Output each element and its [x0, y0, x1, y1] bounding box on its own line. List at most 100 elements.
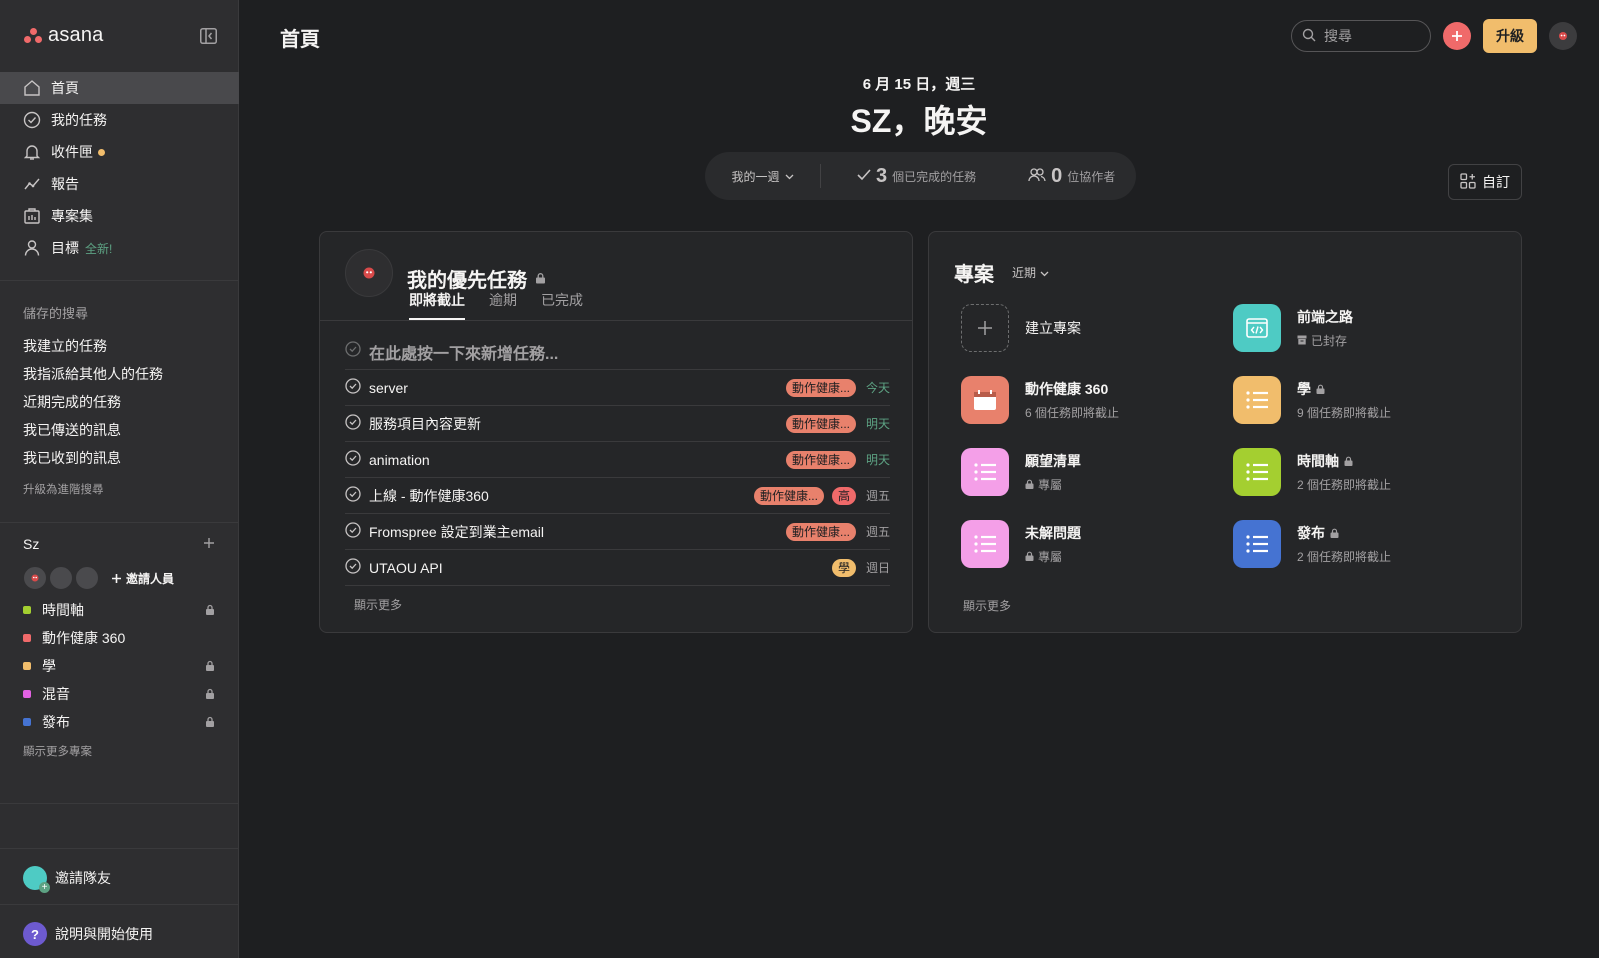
saved-searches-title[interactable]: 儲存的搜尋	[23, 303, 88, 322]
customize-button[interactable]: 自訂	[1448, 164, 1522, 200]
collapse-sidebar-icon[interactable]	[198, 26, 218, 46]
task-name[interactable]: 上線 - 動作健康360	[369, 486, 746, 506]
sidebar-divider	[0, 848, 239, 849]
project-tile[interactable]: 時間軸 2 個任務即將截止	[1233, 448, 1501, 496]
task-tag[interactable]: 動作健康...	[785, 450, 856, 469]
complete-task-icon[interactable]	[345, 522, 361, 541]
task-name[interactable]: 服務項目內容更新	[369, 414, 778, 434]
task-row[interactable]: Fromspree 設定到業主email 動作健康... 週五	[345, 514, 890, 550]
calendar-icon	[961, 376, 1009, 424]
user-avatar[interactable]	[1549, 22, 1577, 50]
invite-people-button[interactable]: 邀請人員	[111, 570, 174, 587]
people-icon	[1028, 167, 1046, 185]
project-tile[interactable]: 發布 2 個任務即將截止	[1233, 520, 1501, 568]
project-tile[interactable]: 動作健康 360 6 個任務即將截止	[961, 376, 1233, 424]
help-button[interactable]: ? 說明與開始使用	[23, 922, 153, 946]
avatar[interactable]	[75, 566, 99, 590]
task-row[interactable]: server 動作健康... 今天	[345, 370, 890, 406]
nav-portfolios[interactable]: 專案集	[0, 200, 239, 232]
saved-search-item[interactable]: 我已收到的訊息	[23, 444, 163, 472]
avatar[interactable]	[23, 566, 47, 590]
new-badge: 全新!	[85, 241, 113, 256]
task-tag[interactable]: 動作健康...	[785, 378, 856, 397]
completed-tasks-stat: 3 個已完成的任務	[857, 165, 976, 188]
sidebar-divider	[0, 522, 239, 523]
task-due-date[interactable]: 明天	[864, 451, 890, 468]
sort-dropdown[interactable]: 近期	[1012, 264, 1049, 281]
period-dropdown[interactable]: 我的一週	[705, 168, 820, 185]
projects-header: 專案 近期	[954, 258, 1049, 287]
sidebar-project[interactable]: 動作健康 360	[23, 624, 215, 652]
task-name[interactable]: server	[369, 380, 778, 396]
show-more-projects-link[interactable]: 顯示更多	[963, 597, 1011, 614]
sidebar-project[interactable]: 混音	[23, 680, 215, 708]
complete-task-icon[interactable]	[345, 450, 361, 469]
project-color-swatch	[23, 690, 31, 698]
task-row[interactable]: 服務項目內容更新 動作健康... 明天	[345, 406, 890, 442]
invite-teammates-button[interactable]: 邀請隊友	[23, 866, 111, 893]
list-icon	[961, 520, 1009, 568]
saved-search-item[interactable]: 我已傳送的訊息	[23, 416, 163, 444]
task-name[interactable]: UTAOU API	[369, 560, 824, 576]
card-divider	[320, 320, 912, 321]
asana-logo[interactable]: asana	[24, 24, 104, 47]
task-row[interactable]: 上線 - 動作健康360 動作健康... 高週五	[345, 478, 890, 514]
complete-task-icon[interactable]	[345, 558, 361, 577]
task-tag[interactable]: 高	[831, 486, 856, 505]
saved-search-item[interactable]: 我指派給其他人的任務	[23, 360, 163, 388]
lock-icon	[205, 714, 215, 730]
task-tag[interactable]: 動作健康...	[785, 414, 856, 433]
project-info: 時間軸 2 個任務即將截止	[1297, 451, 1391, 493]
page-title: 首頁	[280, 29, 320, 51]
task-name[interactable]: Fromspree 設定到業主email	[369, 522, 778, 542]
complete-task-icon[interactable]	[345, 378, 361, 397]
project-name: 時間軸	[42, 602, 84, 618]
avatar[interactable]	[49, 566, 73, 590]
project-name: 混音	[42, 686, 70, 702]
task-due-date[interactable]: 週日	[864, 559, 890, 576]
create-button[interactable]	[1443, 22, 1471, 50]
show-more-tasks-link[interactable]: 顯示更多	[354, 596, 402, 613]
project-tile[interactable]: 學 9 個任務即將截止	[1233, 376, 1501, 424]
show-more-projects-link[interactable]: 顯示更多專案	[23, 743, 92, 759]
sidebar-project[interactable]: 時間軸	[23, 596, 215, 624]
task-row[interactable]: UTAOU API 學週日	[345, 550, 890, 586]
task-due-date[interactable]: 今天	[864, 379, 890, 396]
search-input[interactable]: 搜尋	[1291, 20, 1431, 52]
upgrade-button[interactable]: 升級	[1483, 19, 1537, 53]
project-tile[interactable]: 前端之路 已封存	[1233, 304, 1501, 352]
project-title: 時間軸	[1297, 451, 1391, 471]
tab-completed[interactable]: 已完成	[541, 290, 583, 320]
task-row[interactable]: animation 動作健康... 明天	[345, 442, 890, 478]
nav-goals[interactable]: 目標 全新!	[0, 232, 239, 264]
task-tag[interactable]: 動作健康...	[785, 522, 856, 541]
add-team-project-icon[interactable]	[203, 536, 215, 552]
task-due-date[interactable]: 週五	[864, 523, 890, 540]
complete-task-icon[interactable]	[345, 414, 361, 433]
nav-reports[interactable]: 報告	[0, 168, 239, 200]
sidebar-project[interactable]: 學	[23, 652, 215, 680]
sidebar-project[interactable]: 發布	[23, 708, 215, 736]
chart-line-icon	[23, 175, 41, 193]
tab-upcoming[interactable]: 即將截止	[409, 290, 465, 320]
team-name[interactable]: Sz	[23, 536, 39, 552]
saved-search-item[interactable]: 我建立的任務	[23, 332, 163, 360]
task-due-date[interactable]: 明天	[864, 415, 890, 432]
task-due-date[interactable]: 週五	[864, 487, 890, 504]
complete-task-icon[interactable]	[345, 486, 361, 505]
upgrade-search-link[interactable]: 升級為進階搜尋	[23, 481, 104, 497]
project-tile[interactable]: 未解問題 專屬	[961, 520, 1233, 568]
invite-avatar-icon	[23, 866, 50, 893]
project-tile[interactable]: 願望清單 專屬	[961, 448, 1233, 496]
task-tag[interactable]: 學	[831, 558, 856, 577]
task-name[interactable]: animation	[369, 452, 778, 468]
task-tag[interactable]: 動作健康...	[753, 486, 824, 505]
tab-overdue[interactable]: 逾期	[489, 290, 517, 320]
create-project-button[interactable]: 建立專案	[961, 304, 1233, 352]
saved-search-item[interactable]: 近期完成的任務	[23, 388, 163, 416]
add-task-row[interactable]: 在此處按一下來新增任務...	[345, 334, 890, 370]
project-info: 前端之路 已封存	[1297, 307, 1353, 349]
create-project-label: 建立專案	[1025, 320, 1081, 336]
project-title: 前端之路	[1297, 307, 1353, 327]
project-color-swatch	[23, 662, 31, 670]
